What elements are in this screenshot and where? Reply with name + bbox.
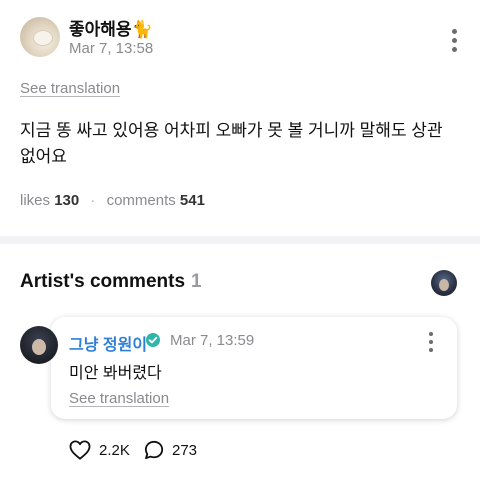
heart-outline-icon <box>69 440 91 460</box>
comments-count[interactable]: 541 <box>180 192 205 209</box>
artist-comments-title: Artist's comments <box>20 271 186 292</box>
comment-body-text: 미안 봐버렸다 <box>69 365 162 382</box>
verified-badge-icon <box>146 333 160 347</box>
comment-see-translation-link[interactable]: See translation <box>69 390 169 407</box>
artist-comments-heading: Artist's comments 1 <box>20 271 202 293</box>
comment-reply-button[interactable]: 273 <box>144 440 197 460</box>
comment-timestamp: Mar 7, 13:59 <box>170 332 255 349</box>
comment-author-avatar[interactable] <box>20 326 58 364</box>
section-divider <box>0 236 480 244</box>
post-timestamp: Mar 7, 13:58 <box>69 40 154 57</box>
likes-count[interactable]: 130 <box>54 192 79 209</box>
speech-bubble-icon <box>144 440 164 460</box>
likes-label: likes <box>20 192 51 209</box>
post-more-icon[interactable] <box>451 29 457 52</box>
comment-like-count: 2.2K <box>99 441 130 459</box>
comment-like-button[interactable]: 2.2K <box>69 440 130 460</box>
post-author-name[interactable]: 좋아해용🐈 <box>69 15 153 40</box>
comment-more-icon[interactable] <box>428 332 434 352</box>
artist-comments-count: 1 <box>191 271 202 292</box>
post-body-text: 지금 똥 싸고 있어용 어차피 오빠가 못 볼 거니까 말해도 상관 없어요 <box>20 121 443 166</box>
post-see-translation-link[interactable]: See translation <box>20 80 120 97</box>
stats-separator: · <box>90 192 96 209</box>
comment-author-name[interactable]: 그냥 정원이 <box>69 331 147 355</box>
post-stats: likes 130 · comments 541 <box>20 192 205 209</box>
comment-reply-count: 273 <box>172 441 198 459</box>
comments-label: comments <box>106 192 176 209</box>
artist-avatar-thumbnail[interactable] <box>431 270 457 296</box>
post-author-avatar[interactable] <box>20 17 60 57</box>
